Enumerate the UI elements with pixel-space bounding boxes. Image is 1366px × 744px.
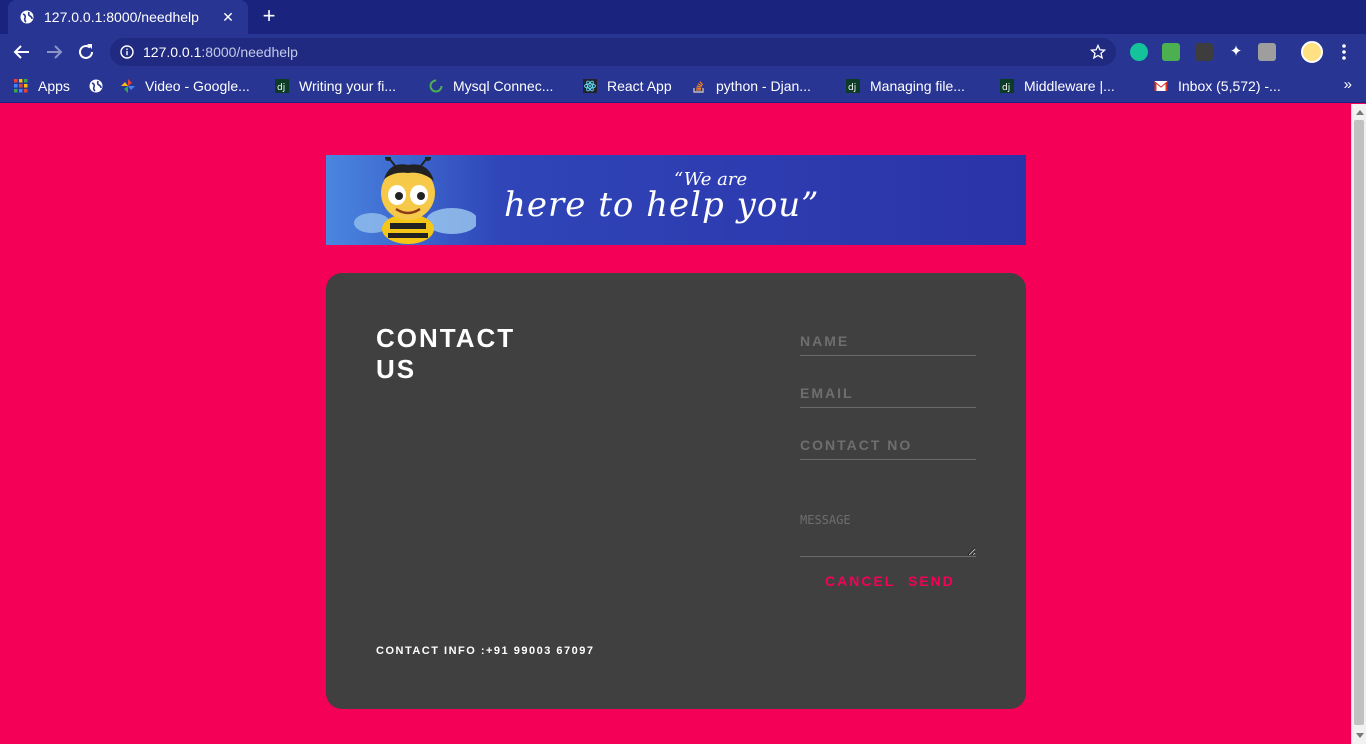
bookmark-label: Apps xyxy=(38,78,70,94)
cancel-button[interactable]: CANCEL xyxy=(825,573,895,589)
bookmark-python-django[interactable]: python - Djan... xyxy=(692,76,811,96)
bookmark-gmail-inbox[interactable]: Inbox (5,572) -... xyxy=(1154,76,1281,96)
page-content: “We are here to help you” CONTACT US CAN… xyxy=(0,104,1351,744)
bookmark-label: Middleware |... xyxy=(1024,78,1115,94)
browser-toolbar: 127.0.0.1:8000/needhelp ✦ xyxy=(0,34,1366,70)
page-title: CONTACT US xyxy=(376,323,515,385)
bee-mascot-icon xyxy=(354,157,476,244)
scrollbar-thumb[interactable] xyxy=(1354,120,1364,725)
heading-line-1: CONTACT xyxy=(376,323,516,353)
tab-strip: 127.0.0.1:8000/needhelp ✕ + xyxy=(0,0,1366,34)
browser-tab[interactable]: 127.0.0.1:8000/needhelp ✕ xyxy=(8,0,248,34)
contact-info-text: CONTACT INFO :+91 99003 67097 xyxy=(376,645,595,657)
tab-title: 127.0.0.1:8000/needhelp xyxy=(44,9,199,25)
send-button[interactable]: SEND xyxy=(908,573,955,589)
stackoverflow-icon xyxy=(693,81,704,93)
contact-number-input[interactable] xyxy=(800,430,976,460)
bookmark-mysql-connector[interactable]: Mysql Connec... xyxy=(429,76,553,96)
extension-icon[interactable] xyxy=(1195,43,1213,61)
profile-avatar[interactable] xyxy=(1301,41,1323,63)
heading-line-2: US xyxy=(376,354,417,384)
reload-icon[interactable] xyxy=(74,40,98,64)
bookmark-label: Managing file... xyxy=(870,78,965,94)
django-icon: dj xyxy=(1000,79,1014,93)
svg-text:dj: dj xyxy=(277,83,285,93)
django-icon: dj xyxy=(846,79,860,93)
bookmark-managing-files[interactable]: dj Managing file... xyxy=(846,76,965,96)
bookmark-label: Video - Google... xyxy=(145,78,250,94)
url-host: 127.0.0.1 xyxy=(143,44,202,60)
close-tab-icon[interactable]: ✕ xyxy=(220,9,236,26)
gnome-extension-icon[interactable]: ✦ xyxy=(1227,43,1245,61)
pinwheel-icon xyxy=(121,79,135,93)
info-icon[interactable] xyxy=(120,45,134,59)
bookmark-writing-your-first[interactable]: dj Writing your fi... xyxy=(275,76,396,96)
grammarly-extension-icon[interactable] xyxy=(1130,43,1148,61)
spinner-icon xyxy=(429,79,443,93)
banner-tagline-main: here to help you” xyxy=(504,185,820,225)
bookmark-label: Inbox (5,572) -... xyxy=(1178,78,1281,94)
bookmark-react-app[interactable]: React App xyxy=(583,76,672,96)
name-input[interactable] xyxy=(800,326,976,356)
scroll-down-arrow-icon[interactable] xyxy=(1356,733,1364,738)
bookmark-video-google[interactable]: Video - Google... xyxy=(121,76,250,96)
bookmarks-bar: Apps Video - Google... dj Writing your f… xyxy=(0,70,1366,103)
bookmark-label: python - Djan... xyxy=(716,78,811,94)
new-tab-button[interactable]: + xyxy=(258,5,280,28)
forward-arrow-icon[interactable] xyxy=(42,40,66,64)
bookmark-globe[interactable] xyxy=(89,76,113,96)
page-scrollbar[interactable] xyxy=(1351,104,1366,744)
classroom-extension-icon[interactable] xyxy=(1162,43,1180,61)
gmail-icon xyxy=(1154,81,1168,91)
back-arrow-icon[interactable] xyxy=(10,40,34,64)
django-icon: dj xyxy=(275,79,289,93)
bookmark-label: React App xyxy=(607,78,672,94)
address-bar[interactable]: 127.0.0.1:8000/needhelp xyxy=(110,38,1116,66)
url-path: :8000/needhelp xyxy=(201,44,298,60)
url-text: 127.0.0.1:8000/needhelp xyxy=(143,44,298,60)
react-icon xyxy=(583,79,597,93)
contact-card: CONTACT US CANCEL SEND CONTACT INFO :+91… xyxy=(326,273,1026,709)
extension-puzzle-icon[interactable] xyxy=(1258,43,1276,61)
globe-icon xyxy=(20,10,34,24)
email-input[interactable] xyxy=(800,378,976,408)
bookmark-middleware[interactable]: dj Middleware |... xyxy=(1000,76,1115,96)
globe-icon xyxy=(89,79,103,93)
bookmarks-overflow-icon[interactable]: » xyxy=(1344,76,1352,93)
help-banner: “We are here to help you” xyxy=(326,155,1026,245)
apps-grid-icon xyxy=(14,79,28,93)
scroll-up-arrow-icon[interactable] xyxy=(1356,110,1364,115)
bookmark-label: Writing your fi... xyxy=(299,78,396,94)
svg-text:dj: dj xyxy=(848,83,856,93)
bookmark-label: Mysql Connec... xyxy=(453,78,554,94)
bookmark-apps[interactable]: Apps xyxy=(14,76,70,96)
bookmark-star-icon[interactable] xyxy=(1090,44,1106,60)
message-textarea[interactable] xyxy=(800,509,976,557)
svg-text:dj: dj xyxy=(1002,83,1010,93)
browser-menu-icon[interactable] xyxy=(1336,42,1352,62)
